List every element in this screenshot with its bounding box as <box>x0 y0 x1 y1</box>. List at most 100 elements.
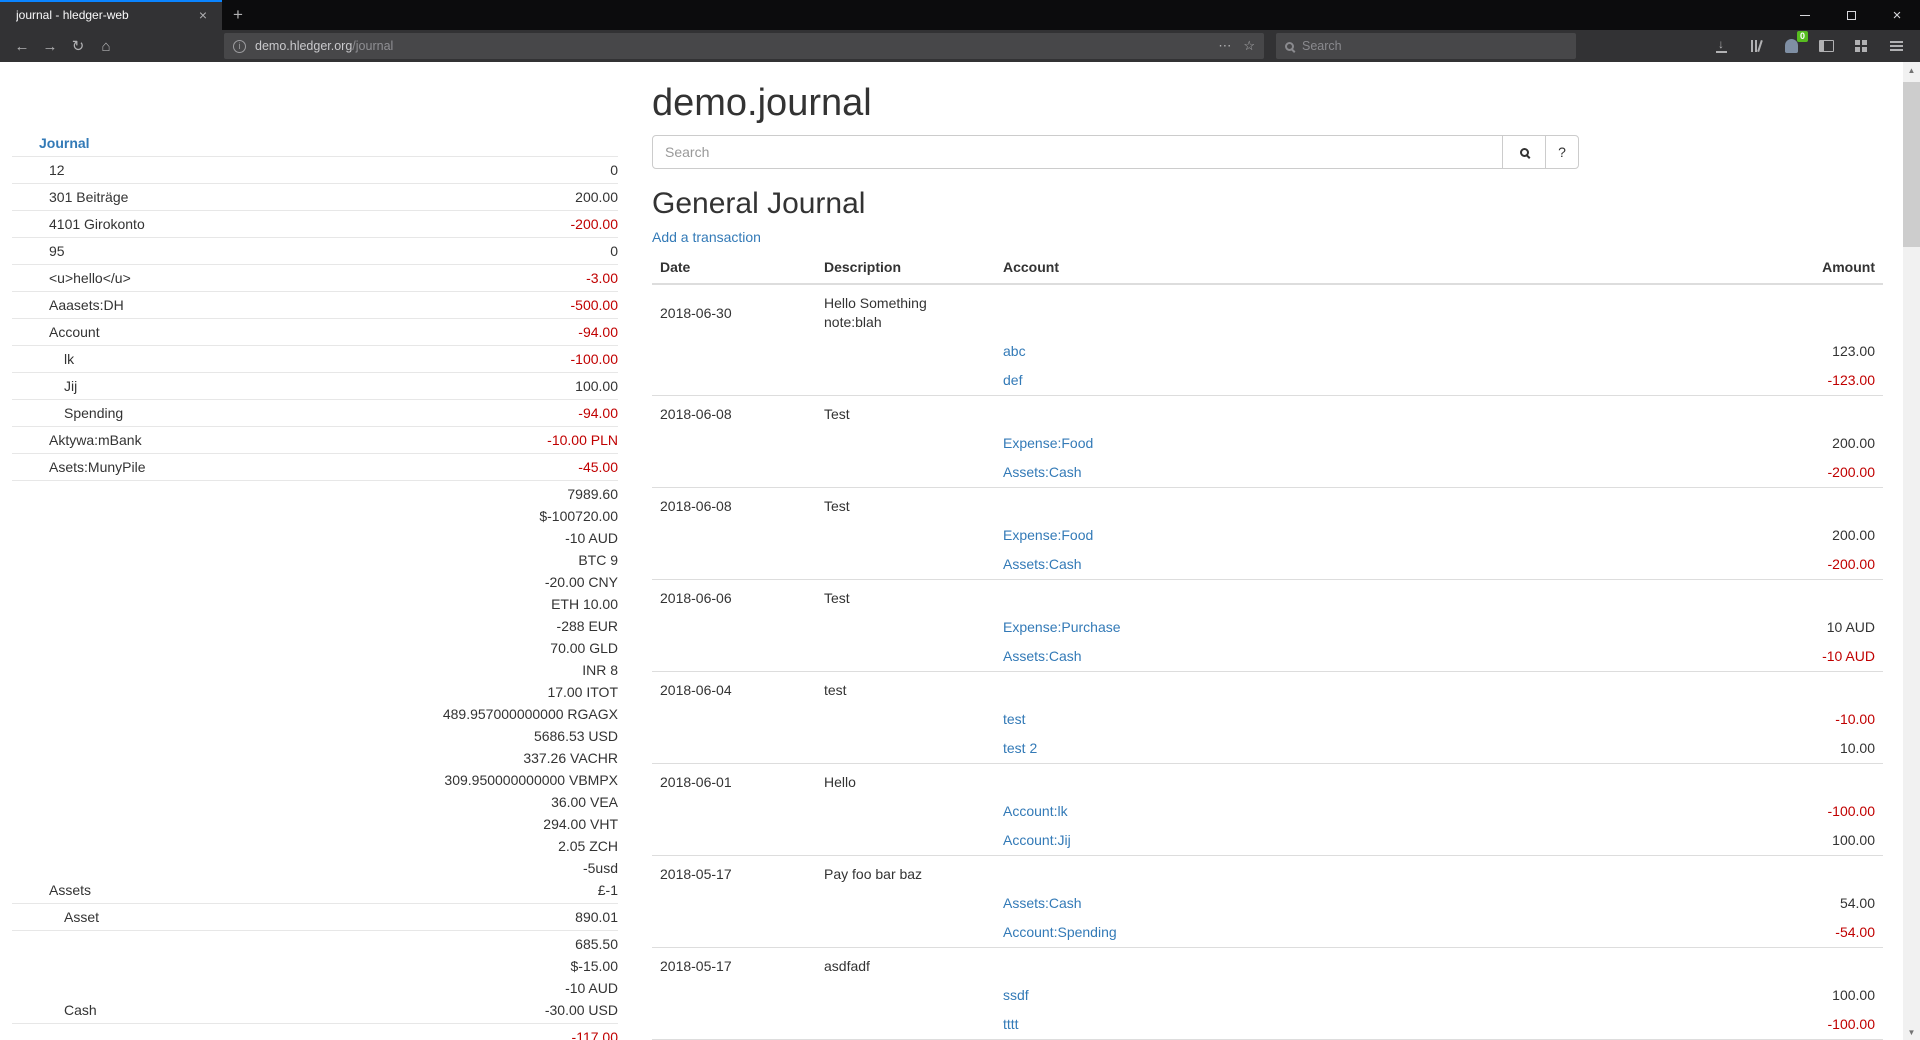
back-button[interactable]: ← <box>8 33 36 59</box>
browser-navbar: ← → ↻ ⌂ demo.hledger.org/journal ⋯ ☆ Sea… <box>0 30 1920 62</box>
sidebar-account-balance: 7989.60$-100720.00-10 AUDBTC 9-20.00 CNY… <box>276 481 618 904</box>
posting-row: tttt-100.00 <box>652 1010 1883 1040</box>
sidebar-account-link[interactable]: Jij <box>64 378 77 394</box>
page-content: Journal 120301 Beiträge200.004101 Giroko… <box>0 62 1903 1040</box>
sidebar-account-link[interactable]: lk <box>64 351 74 367</box>
reload-button[interactable]: ↻ <box>64 33 92 59</box>
posting-account-link[interactable]: Account:Spending <box>1003 924 1117 940</box>
posting-account-link[interactable]: ssdf <box>1003 987 1029 1003</box>
sidebar-account-row: 301 Beiträge200.00 <box>12 184 618 211</box>
search-help-button[interactable]: ? <box>1545 135 1579 169</box>
sidebar-account-link[interactable]: Spending <box>64 405 123 421</box>
posting-account: Assets:Cash <box>995 458 1503 488</box>
window-maximize-button[interactable] <box>1828 0 1874 30</box>
sidebar-account-link[interactable]: Account <box>49 324 100 340</box>
sidebar-account-row: Jij 100.00 <box>12 373 618 400</box>
tab-close-icon[interactable]: × <box>194 7 212 23</box>
journal-search-input[interactable] <box>652 135 1503 169</box>
balance-amount: 294.00 VHT <box>276 813 618 835</box>
sidebar-account-link[interactable]: Cash <box>64 1002 97 1018</box>
posting-account-link[interactable]: test 2 <box>1003 740 1037 756</box>
balance-amount: 890.01 <box>276 906 618 928</box>
bookmark-star-icon[interactable]: ☆ <box>1243 38 1255 54</box>
posting-amount: 10 AUD <box>1503 613 1883 642</box>
posting-account-link[interactable]: Expense:Food <box>1003 527 1093 543</box>
balance-amount: 309.950000000000 VBMPX <box>276 769 618 791</box>
posting-row: Account:Spending -54.00 <box>652 918 1883 948</box>
posting-account: Account:Spending <box>995 918 1503 948</box>
scrollbar-up-arrow[interactable]: ▲ <box>1903 62 1920 78</box>
posting-account-link[interactable]: tttt <box>1003 1016 1019 1032</box>
posting-account-link[interactable]: Assets:Cash <box>1003 556 1082 572</box>
posting-account-link[interactable]: Assets:Cash <box>1003 464 1082 480</box>
posting-account: def <box>995 366 1503 396</box>
menu-button[interactable] <box>1886 36 1906 56</box>
balance-amount: 0 <box>276 240 618 262</box>
posting-account: test <box>995 705 1503 734</box>
posting-account: tttt <box>995 1010 1503 1040</box>
downloads-button[interactable]: ↓ <box>1711 36 1731 56</box>
home-button[interactable]: ⌂ <box>92 33 120 59</box>
new-tab-button[interactable]: + <box>222 0 254 30</box>
url-bar[interactable]: demo.hledger.org/journal ⋯ ☆ <box>224 33 1264 59</box>
posting-account-link[interactable]: Account:Jij <box>1003 832 1071 848</box>
posting-account-link[interactable]: Account:lk <box>1003 803 1068 819</box>
sidebar-account-name: 301 Beiträge <box>12 184 276 211</box>
apps-grid-button[interactable] <box>1851 36 1871 56</box>
sidebar-account-link[interactable]: Assets <box>49 882 91 898</box>
sidebar-account-row: Aktywa:mBank -10.00 PLN <box>12 427 618 454</box>
posting-amount: -54.00 <box>1503 918 1883 948</box>
sidebar-toggle-button[interactable] <box>1816 36 1836 56</box>
sidebar-account-link[interactable]: 12 <box>49 162 65 178</box>
sidebar-journal-link[interactable]: Journal <box>39 135 90 151</box>
posting-account-link[interactable]: abc <box>1003 343 1026 359</box>
window-close-button[interactable]: × <box>1874 0 1920 30</box>
posting-amount: -100.00 <box>1503 797 1883 826</box>
sidebar-account-link[interactable]: Aaasets:DH <box>49 297 124 313</box>
sidebar-account-link[interactable]: 95 <box>49 243 65 259</box>
add-transaction-link[interactable]: Add a transaction <box>652 229 761 245</box>
download-icon: ↓ <box>1716 40 1727 53</box>
accounts-sidebar: Journal 120301 Beiträge200.004101 Giroko… <box>0 62 618 1040</box>
posting-account-link[interactable]: Assets:Cash <box>1003 648 1082 664</box>
site-info-icon[interactable] <box>233 40 246 53</box>
browser-search-field[interactable]: Search <box>1276 33 1576 59</box>
journal-table: Date Description Account Amount 2018-06-… <box>652 251 1883 1040</box>
posting-row: ssdf 100.00 <box>652 981 1883 1010</box>
main-content: demo.journal ? General Journal Add a tra… <box>618 62 1903 1040</box>
balance-amount: -10.00 PLN <box>276 429 618 451</box>
posting-account: Expense:Food <box>995 521 1503 550</box>
sidebar-account-balance: 0 <box>276 157 618 184</box>
transaction-row: 2018-06-08Test <box>652 488 1883 522</box>
balance-amount: 100.00 <box>276 375 618 397</box>
close-icon: × <box>1893 8 1902 23</box>
sidebar-account-link[interactable]: Asset <box>64 909 99 925</box>
posting-amount: 100.00 <box>1503 981 1883 1010</box>
sidebar-account-link[interactable]: <u>hello</u> <box>49 270 131 286</box>
posting-account-link[interactable]: Expense:Food <box>1003 435 1093 451</box>
posting-row: test 210.00 <box>652 734 1883 764</box>
sidebar-account-link[interactable]: 301 Beiträge <box>49 189 128 205</box>
sidebar-account-row: lk-100.00 <box>12 346 618 373</box>
sidebar-account-row: Account-94.00 <box>12 319 618 346</box>
posting-account-link[interactable]: test <box>1003 711 1026 727</box>
scrollbar-thumb[interactable] <box>1903 82 1920 247</box>
library-button[interactable] <box>1746 36 1766 56</box>
window-controls: × <box>1782 0 1920 30</box>
window-minimize-button[interactable] <box>1782 0 1828 30</box>
sidebar-account-balance: 890.01 <box>276 904 618 931</box>
page-actions-icon[interactable]: ⋯ <box>1218 38 1231 54</box>
posting-account-link[interactable]: def <box>1003 372 1022 388</box>
extension-button[interactable]: 0 <box>1781 36 1801 56</box>
sidebar-account-link[interactable]: 4101 Girokonto <box>49 216 145 232</box>
posting-account-link[interactable]: Assets:Cash <box>1003 895 1082 911</box>
browser-tab[interactable]: journal - hledger-web × <box>0 0 222 30</box>
sidebar-account-link[interactable]: Aktywa:mBank <box>49 432 142 448</box>
scrollbar-down-arrow[interactable]: ▼ <box>1903 1024 1920 1040</box>
sidebar-account-balance: -200.00 <box>276 211 618 238</box>
journal-search-button[interactable] <box>1502 135 1546 169</box>
page-scrollbar[interactable]: ▲ ▼ <box>1903 62 1920 1040</box>
sidebar-account-link[interactable]: Asets:MunyPile <box>49 459 145 475</box>
forward-button[interactable]: → <box>36 33 64 59</box>
posting-account-link[interactable]: Expense:Purchase <box>1003 619 1121 635</box>
